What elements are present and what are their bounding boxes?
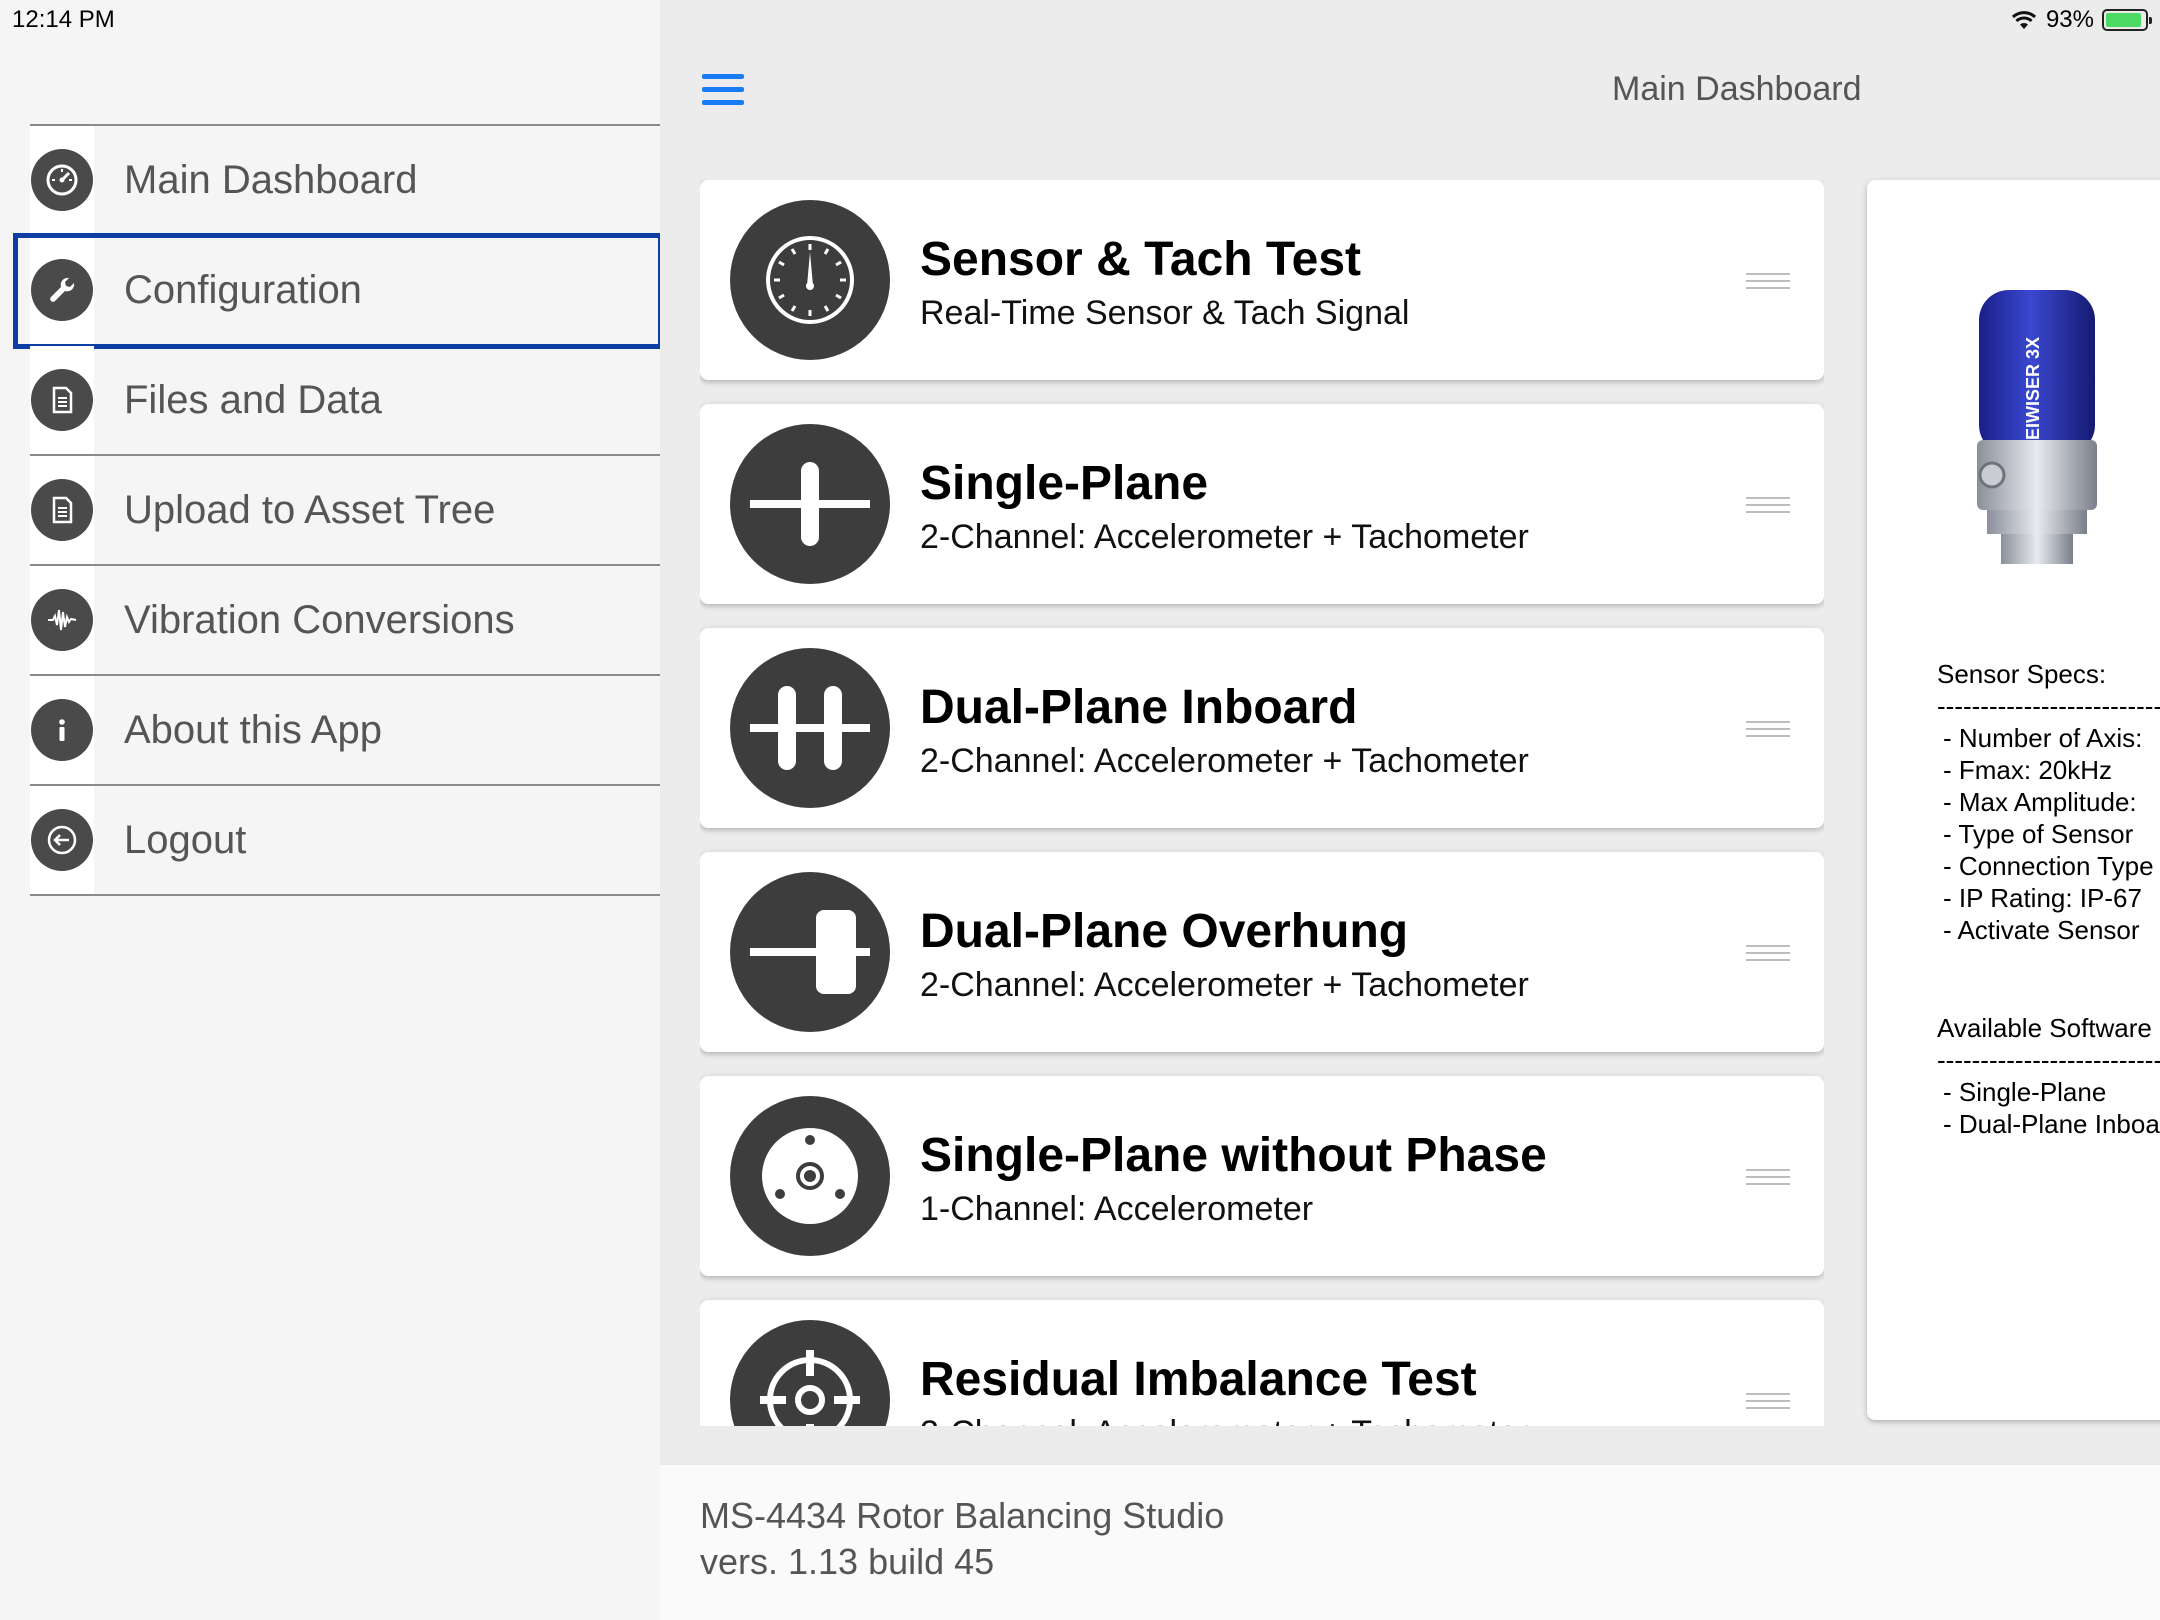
card-title: Single-Plane — [920, 457, 1209, 510]
card-dual-plane-inboard[interactable]: Dual-Plane Inboard 2-Channel: Accelerome… — [700, 628, 1824, 828]
dual-plane-inboard-icon — [730, 648, 890, 808]
divider-text: ------------------------------ — [1937, 691, 2160, 721]
software-line: - Single-Plane — [1943, 1077, 2107, 1107]
sidebar-item-label: Configuration — [124, 267, 362, 312]
wrench-icon — [31, 259, 93, 321]
card-subtitle: 1-Channel: Accelerometer — [920, 1190, 1314, 1228]
sidebar-item-label: Vibration Conversions — [124, 597, 515, 642]
card-subtitle: 2-Channel: Accelerometer + Tachometer — [920, 1414, 1529, 1426]
single-plane-icon — [730, 424, 890, 584]
spec-line: - Fmax: 20kHz — [1943, 755, 2113, 785]
card-title: Dual-Plane Overhung — [920, 905, 1409, 958]
gauge-icon — [31, 149, 93, 211]
card-subtitle: 2-Channel: Accelerometer + Tachometer — [920, 518, 1529, 556]
info-icon — [31, 699, 93, 761]
card-title: Dual-Plane Inboard — [920, 681, 1358, 734]
sidebar-menu: Main Dashboard Configuration Files and D… — [13, 124, 663, 896]
sensor-spec-panel: EIWISER 3X Sensor Specs: ---------------… — [1867, 180, 2160, 1420]
status-time: 12:14 PM — [12, 6, 115, 33]
drag-handle-icon[interactable] — [1746, 497, 1790, 513]
sidebar-item-files-and-data[interactable]: Files and Data — [30, 346, 660, 456]
drag-handle-icon[interactable] — [1746, 1169, 1790, 1185]
drag-handle-icon[interactable] — [1746, 721, 1790, 737]
sensor-brand-text: EIWISER 3X — [2023, 337, 2043, 440]
rotor-disc-icon — [730, 1096, 890, 1256]
app-name: MS-4434 Rotor Balancing Studio — [700, 1495, 1225, 1536]
card-subtitle: 2-Channel: Accelerometer + Tachometer — [920, 742, 1529, 780]
card-subtitle: Real-Time Sensor & Tach Signal — [920, 294, 1410, 332]
logout-icon — [31, 809, 93, 871]
dual-plane-overhung-icon — [730, 872, 890, 1032]
card-dual-plane-overhung[interactable]: Dual-Plane Overhung 2-Channel: Accelerom… — [700, 852, 1824, 1052]
spec-line: - Connection Type — [1943, 851, 2154, 881]
dashboard-card-list: Sensor & Tach Test Real-Time Sensor & Ta… — [700, 180, 1824, 1426]
sidebar-item-about-this-app[interactable]: About this App — [30, 676, 660, 786]
card-title: Single-Plane without Phase — [920, 1129, 1547, 1182]
sensor-specs-title: Sensor Specs: — [1937, 659, 2107, 689]
target-icon — [730, 1320, 890, 1426]
battery-icon — [2102, 9, 2152, 31]
sidebar-item-label: Logout — [124, 817, 247, 862]
sidebar-item-label: Upload to Asset Tree — [124, 487, 496, 532]
card-title: Residual Imbalance Test — [920, 1353, 1477, 1406]
sidebar-item-main-dashboard[interactable]: Main Dashboard — [30, 126, 660, 236]
available-software-title: Available Software — [1937, 1013, 2152, 1043]
app-version: vers. 1.13 build 45 — [700, 1541, 995, 1582]
software-line: - Dual-Plane Inboard — [1943, 1109, 2160, 1139]
card-title: Sensor & Tach Test — [920, 233, 1361, 286]
battery-percent: 93% — [2045, 6, 2094, 33]
divider-text: ------------------------------ — [1937, 1045, 2160, 1075]
sidebar-item-logout[interactable]: Logout — [30, 786, 660, 896]
card-residual-imbalance-test[interactable]: Residual Imbalance Test 2-Channel: Accel… — [700, 1300, 1824, 1426]
sidebar: Main Dashboard Configuration Files and D… — [0, 0, 663, 1620]
document-icon — [31, 479, 93, 541]
status-right: 93% — [2010, 6, 2152, 34]
sidebar-item-label: About this App — [124, 707, 382, 752]
drag-handle-icon[interactable] — [1746, 1393, 1790, 1409]
footer: MS-4434 Rotor Balancing Studio vers. 1.1… — [660, 1465, 2160, 1620]
card-single-plane[interactable]: Single-Plane 2-Channel: Accelerometer + … — [700, 404, 1824, 604]
hamburger-menu-icon[interactable] — [702, 74, 744, 106]
sidebar-item-label: Main Dashboard — [124, 157, 418, 202]
waveform-icon — [31, 589, 93, 651]
page-title: Main Dashboard — [1612, 70, 1862, 108]
card-subtitle: 2-Channel: Accelerometer + Tachometer — [920, 966, 1529, 1004]
wifi-icon — [2011, 11, 2036, 29]
clock-icon — [730, 200, 890, 360]
card-single-plane-without-phase[interactable]: Single-Plane without Phase 1-Channel: Ac… — [700, 1076, 1824, 1276]
sidebar-item-label: Files and Data — [124, 377, 382, 422]
status-bar: 12:14 PM 93% — [0, 0, 2160, 40]
main-content: Main Dashboard Sensor & Tach Test Real-T… — [660, 0, 2160, 1465]
sidebar-item-configuration[interactable]: Configuration — [13, 233, 663, 349]
sidebar-item-upload-to-asset-tree[interactable]: Upload to Asset Tree — [30, 456, 660, 566]
card-sensor-tach-test[interactable]: Sensor & Tach Test Real-Time Sensor & Ta… — [700, 180, 1824, 380]
document-icon — [31, 369, 93, 431]
sensor-image: EIWISER 3X — [1977, 290, 2097, 564]
spec-line: - IP Rating: IP-67 — [1943, 883, 2142, 913]
drag-handle-icon[interactable] — [1746, 273, 1790, 289]
sidebar-item-vibration-conversions[interactable]: Vibration Conversions — [30, 566, 660, 676]
spec-line: - Type of Sensor — [1943, 819, 2134, 849]
drag-handle-icon[interactable] — [1746, 945, 1790, 961]
spec-line: - Max Amplitude: — [1943, 787, 2137, 817]
spec-line: - Number of Axis: — [1943, 723, 2143, 753]
battery-level — [2106, 13, 2142, 27]
spec-line: - Activate Sensor — [1943, 915, 2140, 945]
